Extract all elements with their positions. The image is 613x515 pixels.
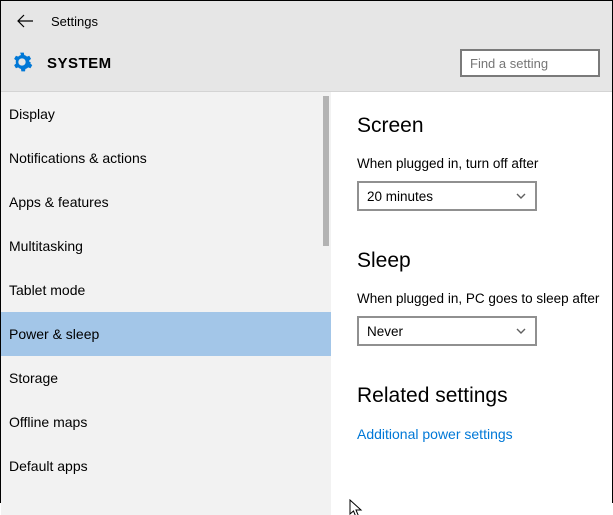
section-title-screen: Screen bbox=[357, 114, 612, 138]
page-title: SYSTEM bbox=[47, 55, 112, 72]
chevron-down-icon bbox=[515, 190, 527, 202]
sidebar-item-storage[interactable]: Storage bbox=[1, 356, 331, 400]
sidebar-item-notifications[interactable]: Notifications & actions bbox=[1, 136, 331, 180]
additional-power-settings-link[interactable]: Additional power settings bbox=[357, 426, 612, 442]
header: Settings SYSTEM bbox=[1, 1, 612, 92]
sidebar: DisplayNotifications & actionsApps & fea… bbox=[1, 92, 331, 515]
sidebar-item-default-apps[interactable]: Default apps bbox=[1, 444, 331, 488]
back-arrow-icon bbox=[16, 12, 34, 30]
sleep-timeout-label: When plugged in, PC goes to sleep after bbox=[357, 291, 612, 306]
sidebar-item-power-sleep[interactable]: Power & sleep bbox=[1, 312, 331, 356]
sleep-timeout-value: Never bbox=[367, 324, 403, 339]
gear-icon bbox=[11, 51, 33, 76]
sidebar-item-tablet-mode[interactable]: Tablet mode bbox=[1, 268, 331, 312]
back-button[interactable] bbox=[13, 9, 37, 33]
search-input[interactable] bbox=[460, 49, 600, 77]
sidebar-item-apps-features[interactable]: Apps & features bbox=[1, 180, 331, 224]
section-title-related: Related settings bbox=[357, 384, 612, 408]
sidebar-item-display[interactable]: Display bbox=[1, 92, 331, 136]
screen-timeout-value: 20 minutes bbox=[367, 189, 433, 204]
section-title-sleep: Sleep bbox=[357, 249, 612, 273]
sleep-timeout-select[interactable]: Never bbox=[357, 316, 537, 346]
sidebar-item-offline-maps[interactable]: Offline maps bbox=[1, 400, 331, 444]
scrollbar[interactable] bbox=[323, 96, 329, 246]
sidebar-item-multitasking[interactable]: Multitasking bbox=[1, 224, 331, 268]
main-panel: Screen When plugged in, turn off after 2… bbox=[331, 92, 612, 515]
screen-timeout-select[interactable]: 20 minutes bbox=[357, 181, 537, 211]
chevron-down-icon bbox=[515, 325, 527, 337]
cursor-icon bbox=[349, 499, 365, 515]
content: DisplayNotifications & actionsApps & fea… bbox=[1, 92, 612, 515]
app-title: Settings bbox=[51, 14, 98, 29]
screen-timeout-label: When plugged in, turn off after bbox=[357, 156, 612, 171]
